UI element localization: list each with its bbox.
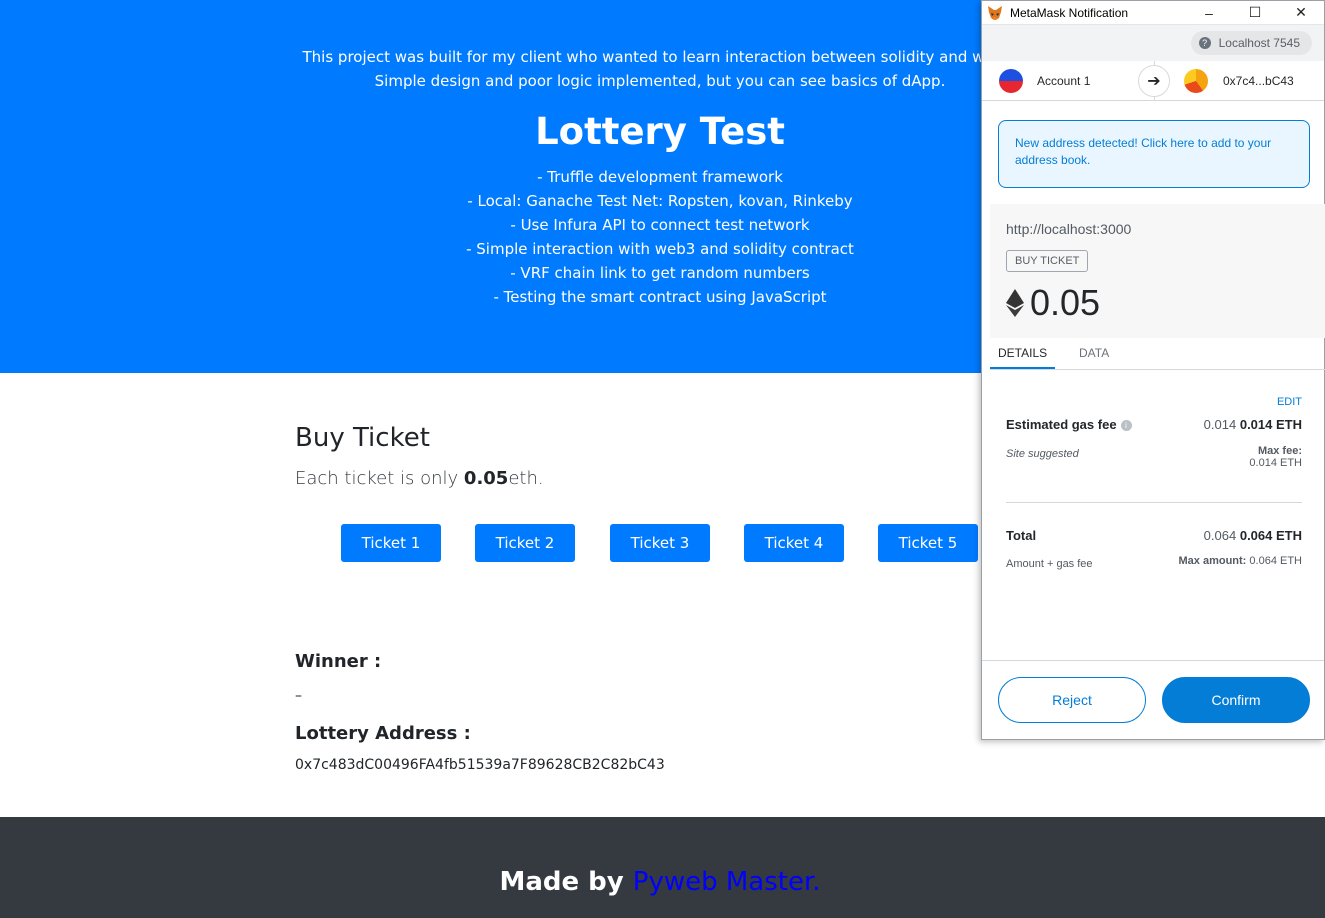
gas-fee-row: Estimated gas fee i 0.014 0.014 ETH [1006,417,1302,432]
new-address-notice[interactable]: New address detected! Click here to add … [998,120,1310,188]
tab-bar: DETAILS DATA [989,338,1325,370]
gas-fee-fiat: 0.014 [1203,417,1237,432]
reject-button[interactable]: Reject [998,677,1146,723]
from-account[interactable]: Account 1 [1037,74,1090,88]
amount-gas-label: Amount + gas fee [1006,558,1093,570]
details-divider [1006,502,1302,503]
max-amount-value: 0.064 ETH [1249,555,1302,567]
transaction-amount: 0.05 [1006,282,1100,324]
lottery-address-label: Lottery Address : [295,723,471,744]
author-link[interactable]: Pyweb Master. [633,867,821,897]
total-value: 0.064 0.064 ETH [1204,528,1302,543]
gas-fee-label: Estimated gas fee [1006,417,1117,432]
recipient-avatar [1184,69,1208,93]
ticket-4-button[interactable]: Ticket 4 [744,524,844,562]
method-badge: BUY TICKET [1006,250,1089,272]
amount-value: 0.05 [1030,282,1101,323]
buy-ticket-heading: Buy Ticket [295,423,430,453]
ticket-5-button[interactable]: Ticket 5 [878,524,978,562]
edit-gas-link[interactable]: EDIT [1277,396,1302,408]
total-eth: 0.064 ETH [1239,528,1302,543]
sender-recipient-row: Account 1 ➔ 0x7c4...bC43 [982,61,1324,101]
max-fee: Max fee: 0.014 ETH [1249,445,1302,469]
network-name: Localhost 7545 [1218,36,1300,50]
ticket-price-text: Each ticket is only 0.05eth. [295,468,544,489]
total-label: Total [1006,528,1037,543]
ticket-price: 0.05 [463,468,509,489]
tab-data[interactable]: DATA [1079,346,1109,360]
max-fee-label: Max fee: [1257,445,1302,457]
to-account[interactable]: 0x7c4...bC43 [1223,74,1294,88]
max-amount: Max amount: 0.064 ETH [1179,555,1303,567]
gas-fee-sub-row: Site suggested Max fee: 0.014 ETH [1006,445,1302,469]
total-row: Total 0.064 0.064 ETH [1006,528,1302,543]
winner-label: Winner : [295,651,382,672]
winner-value: – [295,688,302,704]
confirm-button[interactable]: Confirm [1162,677,1310,723]
gas-fee-value: 0.014 0.014 ETH [1204,417,1302,432]
metamask-fox-icon [988,5,1002,20]
total-fiat: 0.064 [1203,528,1237,543]
total-sub-row: Amount + gas fee Max amount: 0.064 ETH [1006,555,1302,570]
metamask-window: MetaMask Notification – ☐ ✕ ? Localhost … [981,0,1325,740]
lottery-address-value: 0x7c483dC00496FA4fb51539a7F89628CB2C82bC… [295,757,665,773]
info-icon[interactable]: i [1120,420,1132,431]
tab-details[interactable]: DETAILS [989,346,1056,369]
max-fee-value: 0.014 ETH [1249,457,1302,469]
network-selector[interactable]: ? Localhost 7545 [1190,31,1312,55]
window-titlebar: MetaMask Notification – ☐ ✕ [982,1,1324,25]
network-bar: ? Localhost 7545 [982,25,1324,61]
footer-prefix: Made by [499,867,633,897]
max-amount-label: Max amount: [1178,555,1247,567]
minimize-icon[interactable]: – [1186,1,1232,25]
gas-fee-eth: 0.014 ETH [1239,417,1302,432]
window-title: MetaMask Notification [1010,5,1129,20]
ticket-1-button[interactable]: Ticket 1 [341,524,441,562]
help-icon: ? [1198,37,1211,49]
origin-url: http://localhost:3000 [1006,221,1132,237]
close-icon[interactable]: ✕ [1278,1,1324,25]
account-avatar [999,69,1023,93]
footer-credit: Made by Pyweb Master. [0,867,1320,897]
arrow-right-icon: ➔ [1138,65,1170,97]
site-suggested-label: Site suggested [1006,448,1079,460]
ticket-2-button[interactable]: Ticket 2 [475,524,575,562]
ticket-3-button[interactable]: Ticket 3 [610,524,710,562]
transaction-summary: http://localhost:3000 BUY TICKET 0.05 [990,204,1325,338]
ethereum-icon [1006,289,1024,317]
price-suffix: eth. [508,468,544,489]
footer-divider [982,660,1324,661]
price-prefix: Each ticket is only [295,468,464,489]
page-footer: Made by Pyweb Master. [0,817,1325,918]
maximize-icon[interactable]: ☐ [1232,1,1278,25]
